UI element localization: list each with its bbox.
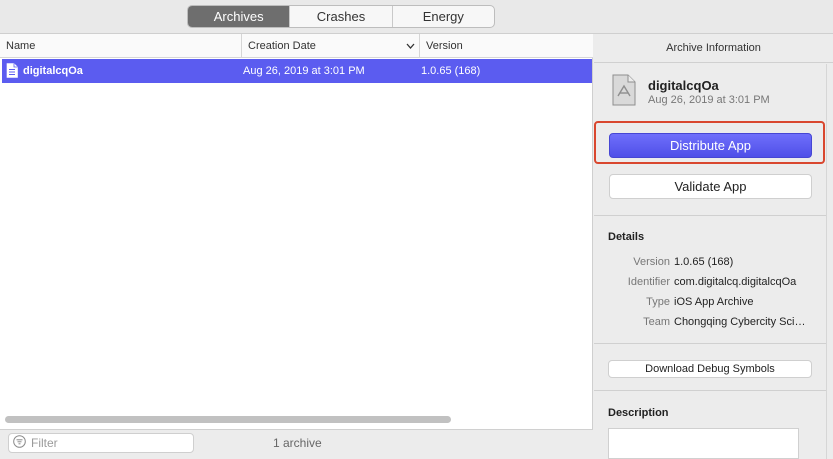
download-debug-symbols-button[interactable]: Download Debug Symbols [608, 360, 812, 378]
view-segmented-control: Archives Crashes Energy [187, 5, 495, 28]
archives-list-pane: Name Creation Date Version digitalcqOa A… [0, 34, 593, 459]
column-header-version[interactable]: Version [419, 34, 593, 58]
column-header-creation-date[interactable]: Creation Date [241, 34, 419, 58]
column-header-name[interactable]: Name [0, 34, 241, 58]
detail-value-identifier: com.digitalcq.digitalcqOa [674, 276, 797, 288]
archive-info-pane: Archive Information digitalcqOa Aug 26, … [594, 34, 833, 459]
archive-file-icon [6, 63, 18, 78]
horizontal-scrollbar[interactable] [5, 416, 451, 423]
list-footer: Filter 1 archive [0, 429, 593, 459]
divider [594, 215, 826, 216]
detail-value-team: Chongqing Cybercity Sci… [674, 316, 806, 328]
tab-crashes[interactable]: Crashes [290, 6, 393, 27]
vertical-scroll-track[interactable] [826, 64, 827, 459]
archive-info-title: Archive Information [594, 34, 833, 63]
divider [594, 343, 826, 344]
archive-count: 1 archive [273, 436, 322, 450]
detail-key-team: Team [643, 316, 670, 328]
detail-value-version: 1.0.65 (168) [674, 256, 734, 268]
detail-key-identifier: Identifier [627, 276, 670, 288]
distribute-app-button[interactable]: Distribute App [609, 133, 812, 158]
table-row[interactable]: digitalcqOa Aug 26, 2019 at 3:01 PM 1.0.… [2, 59, 592, 83]
column-header-creation-date-label: Creation Date [248, 40, 316, 52]
description-field[interactable] [608, 428, 799, 459]
divider [594, 390, 826, 391]
detail-value-type: iOS App Archive [674, 296, 754, 308]
archive-app-name: digitalcqOa [648, 78, 719, 93]
row-name: digitalcqOa [23, 65, 83, 77]
toolbar: Archives Crashes Energy [0, 0, 833, 34]
filter-icon [13, 435, 31, 451]
archive-app-date: Aug 26, 2019 at 3:01 PM [648, 94, 770, 106]
table-header: Name Creation Date Version [0, 34, 593, 58]
tab-energy[interactable]: Energy [393, 6, 494, 27]
detail-key-type: Type [646, 296, 670, 308]
details-heading: Details [608, 231, 645, 243]
tab-archives[interactable]: Archives [188, 6, 291, 27]
validate-app-button[interactable]: Validate App [609, 174, 812, 199]
row-creation-date: Aug 26, 2019 at 3:01 PM [243, 65, 365, 77]
filter-field[interactable]: Filter [8, 433, 194, 453]
filter-placeholder: Filter [31, 436, 58, 450]
description-heading: Description [608, 407, 669, 419]
detail-key-version: Version [633, 256, 670, 268]
row-version: 1.0.65 (168) [421, 65, 481, 77]
app-archive-icon [612, 74, 636, 106]
